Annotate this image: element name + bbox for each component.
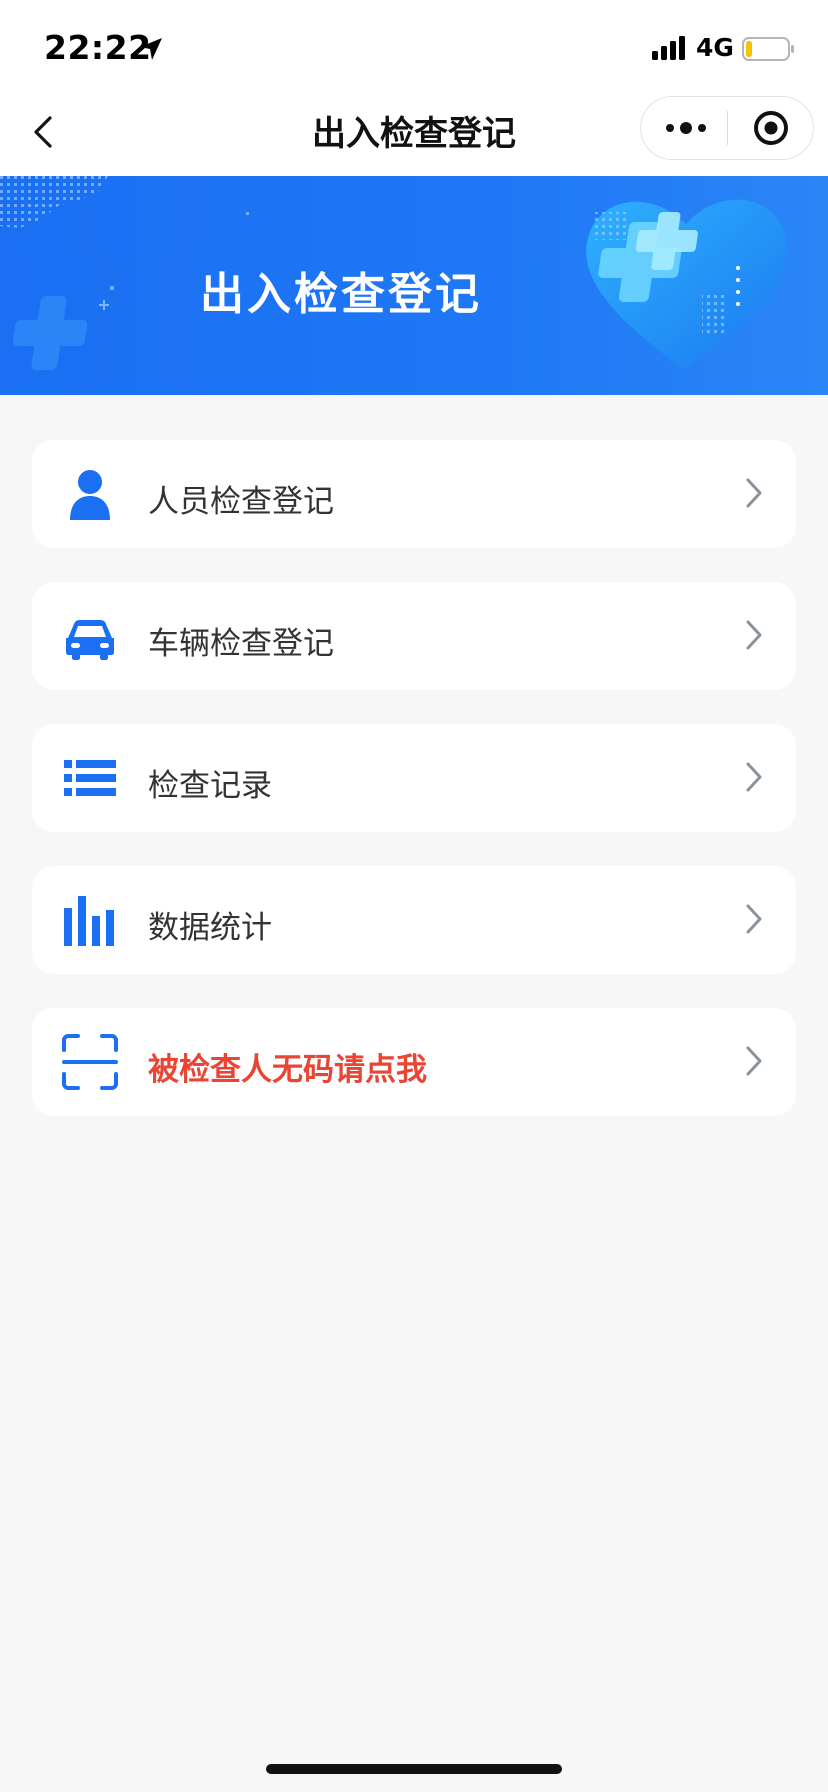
list-icon [64, 760, 116, 796]
close-mini-program-button[interactable] [728, 97, 814, 159]
menu-item-check-records[interactable]: 检查记录 [32, 724, 796, 832]
menu-list: 人员检查登记 车辆检查登记 检查记录 数据统计 被检查人无码请点我 [32, 440, 796, 1150]
menu-item-data-stats[interactable]: 数据统计 [32, 866, 796, 974]
scan-icon [62, 1034, 118, 1090]
chevron-right-icon [746, 478, 762, 508]
mini-program-capsule [640, 96, 814, 160]
chevron-right-icon [746, 620, 762, 650]
menu-item-no-code[interactable]: 被检查人无码请点我 [32, 1008, 796, 1116]
status-time: 22:22 [44, 28, 152, 67]
menu-item-person-check[interactable]: 人员检查登记 [32, 440, 796, 548]
chevron-right-icon [746, 1046, 762, 1076]
person-icon [70, 470, 110, 520]
menu-item-label: 车辆检查登记 [148, 626, 334, 662]
battery-icon [742, 37, 794, 61]
menu-item-label: 被检查人无码请点我 [148, 1052, 427, 1088]
location-arrow-icon [140, 38, 162, 60]
home-indicator[interactable] [266, 1764, 562, 1774]
menu-item-vehicle-check[interactable]: 车辆检查登记 [32, 582, 796, 690]
nav-bar: 出入检查登记 [0, 88, 828, 176]
signal-icon [652, 36, 685, 60]
more-dots-icon [666, 122, 706, 134]
app-screen: 22:22 4G 出入检查登记 出入检查登记 人员检查登记 车辆检查登记 检查记… [0, 0, 828, 1792]
chevron-right-icon [746, 762, 762, 792]
status-bar: 22:22 4G [0, 0, 828, 88]
menu-item-label: 数据统计 [148, 910, 272, 946]
chevron-right-icon [746, 904, 762, 934]
more-button[interactable] [641, 97, 727, 159]
target-circle-icon [754, 111, 788, 145]
car-icon [66, 620, 114, 660]
menu-item-label: 检查记录 [148, 768, 272, 804]
banner: 出入检查登记 [0, 176, 828, 395]
network-type: 4G [696, 33, 734, 62]
menu-item-label: 人员检查登记 [148, 484, 334, 520]
banner-title: 出入检查登记 [200, 269, 482, 320]
bar-chart-icon [64, 896, 114, 946]
